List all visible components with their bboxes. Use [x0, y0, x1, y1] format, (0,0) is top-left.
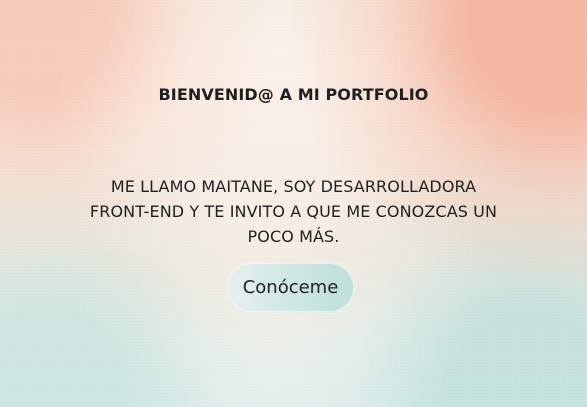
portfolio-page: BIENVENID@ A MI PORTFOLIO ME LLAMO MAITA… — [0, 0, 587, 407]
know-me-button[interactable]: Conóceme — [227, 263, 354, 312]
hero-section: BIENVENID@ A MI PORTFOLIO ME LLAMO MAITA… — [0, 0, 587, 407]
intro-text: ME LLAMO MAITANE, SOY DESARROLLADORA FRO… — [89, 177, 498, 246]
welcome-title: BIENVENID@ A MI PORTFOLIO — [158, 84, 429, 104]
